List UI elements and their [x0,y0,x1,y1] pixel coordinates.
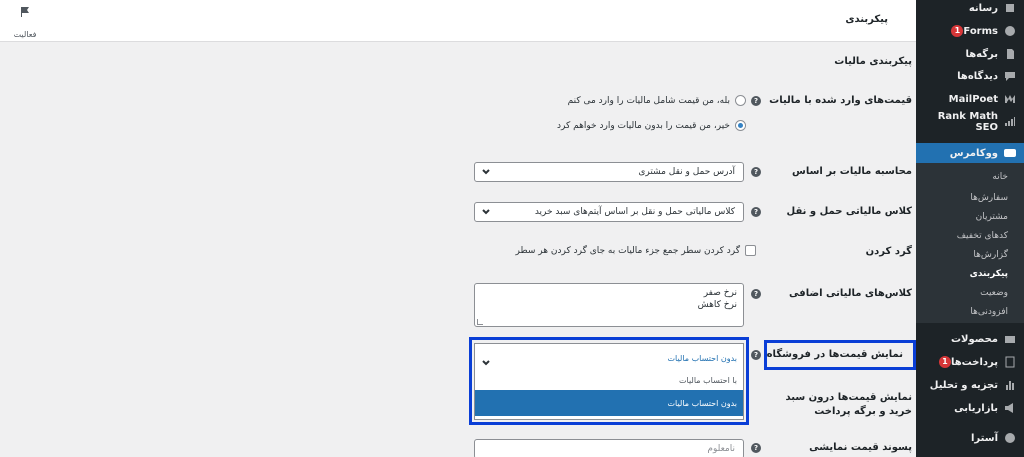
shipping-class-select[interactable]: کلاس مالیاتی حمل و نقل بر اساس آیتم‌های … [474,202,744,222]
sidebar-item-payments[interactable]: پرداخت‌ها 1 [916,353,1024,371]
display-cart-label: نمایش قیمت‌ها درون سبد خرید و برگه پرداخ… [785,392,913,417]
submenu-home[interactable]: خانه [916,172,1024,182]
dropdown-selected-value[interactable]: بدون احتساب مالیات [475,348,743,368]
chevron-down-icon [481,207,491,217]
chevron-down-icon [481,353,491,366]
top-bar: پیکربندی فعالیت [0,0,916,42]
admin-sidebar: رسانه Forms 1 برگه‌ها دیدگاه‌ها MailPoet… [916,0,1024,457]
products-icon [1004,333,1016,345]
analytics-icon [1004,379,1016,391]
mailpoet-icon [1004,93,1016,105]
submenu-orders[interactable]: سفارش‌ها [916,193,1024,203]
submenu-reports[interactable]: گزارش‌ها [916,250,1024,260]
sidebar-item-media[interactable]: رسانه [916,0,1024,16]
textarea-line: نرخ کاهش [697,300,737,310]
display-shop-dropdown[interactable]: بدون احتساب مالیات با احتساب مالیات بدون… [474,343,744,420]
rounding-label: گرد کردن [865,246,912,257]
resize-handle[interactable] [477,319,483,325]
price-suffix-label: پسوند قیمت نمایشی [809,442,912,453]
media-icon [1004,2,1016,14]
section-title: پیکربندی مالیات [834,56,912,67]
submenu-status[interactable]: وضعیت [916,288,1024,298]
forms-badge: 1 [951,25,964,37]
textarea-line: نرخ صفر [703,288,737,298]
activity-button[interactable]: فعالیت [10,6,40,41]
sidebar-item-pages[interactable]: برگه‌ها [916,45,1024,63]
sidebar-item-woocommerce[interactable]: ووکامرس [916,143,1024,163]
pages-icon [1004,48,1016,60]
calc-based-select[interactable]: آدرس حمل و نقل مشتری [474,162,744,182]
payments-badge: 1 [938,356,951,368]
woocommerce-submenu: خانه سفارش‌ها مشتریان کدهای تخفیف گزارش‌… [916,163,1024,323]
price-suffix-input[interactable]: نامعلوم [474,439,744,457]
sidebar-item-astra[interactable]: آسترا [916,429,1024,447]
sidebar-item-rank-math[interactable]: Rank Math SEO [916,111,1024,133]
woocommerce-icon [1004,147,1016,159]
submenu-customers[interactable]: مشتریان [916,212,1024,222]
chevron-down-icon [481,167,491,177]
help-icon[interactable]: ? [751,167,761,177]
comments-icon [1004,70,1016,82]
radio-prices-yes[interactable]: بله، من قیمت شامل مالیات را وارد می کنم [568,95,746,106]
sidebar-item-mailpoet[interactable]: MailPoet [916,90,1024,108]
radio-button[interactable] [735,95,746,106]
rank-math-icon [1004,116,1016,128]
additional-classes-label: کلاس‌های مالیاتی اضافی [789,288,912,299]
radio-button-checked[interactable] [735,120,746,131]
rounding-checkbox-row[interactable]: گرد کردن سطر جمع جزء مالیات به جای گرد ک… [516,245,756,256]
prices-entered-label: قیمت‌های وارد شده با مالیات [769,95,912,106]
payments-icon [1004,356,1016,368]
help-icon[interactable]: ? [751,96,761,106]
help-icon[interactable]: ? [751,350,761,360]
submenu-settings[interactable]: پیکربندی [916,269,1024,279]
submenu-coupons[interactable]: کدهای تخفیف [916,231,1024,241]
sidebar-item-comments[interactable]: دیدگاه‌ها [916,67,1024,85]
flag-icon [21,7,29,17]
sidebar-item-products[interactable]: محصولات [916,330,1024,348]
calc-based-label: محاسبه مالیات بر اساس [792,166,912,177]
display-shop-label: نمایش قیمت‌ها در فروشگاه [766,349,903,360]
page-title: پیکربندی [845,14,888,25]
additional-classes-textarea[interactable]: نرخ صفر نرخ کاهش [474,283,744,327]
sidebar-item-forms[interactable]: Forms 1 [916,22,1024,40]
radio-prices-no[interactable]: خیر، من قیمت را بدون مالیات وارد خواهم ک… [557,120,746,131]
sidebar-item-analytics[interactable]: تجزیه و تحلیل [916,376,1024,394]
help-icon[interactable]: ? [751,289,761,299]
dropdown-option-incl-tax[interactable]: با احتساب مالیات [475,370,743,390]
astra-icon [1004,432,1016,444]
dropdown-option-excl-tax[interactable]: بدون احتساب مالیات [475,390,743,416]
rounding-checkbox[interactable] [745,245,756,256]
help-icon[interactable]: ? [751,443,761,453]
shipping-class-label: کلاس مالیاتی حمل و نقل [786,206,912,217]
forms-icon [1004,25,1016,37]
activity-label: فعالیت [13,30,37,39]
sidebar-item-marketing[interactable]: بازاریابی [916,399,1024,417]
help-icon[interactable]: ? [751,207,761,217]
submenu-extensions[interactable]: افزودنی‌ها [916,307,1024,317]
marketing-icon [1004,402,1016,414]
